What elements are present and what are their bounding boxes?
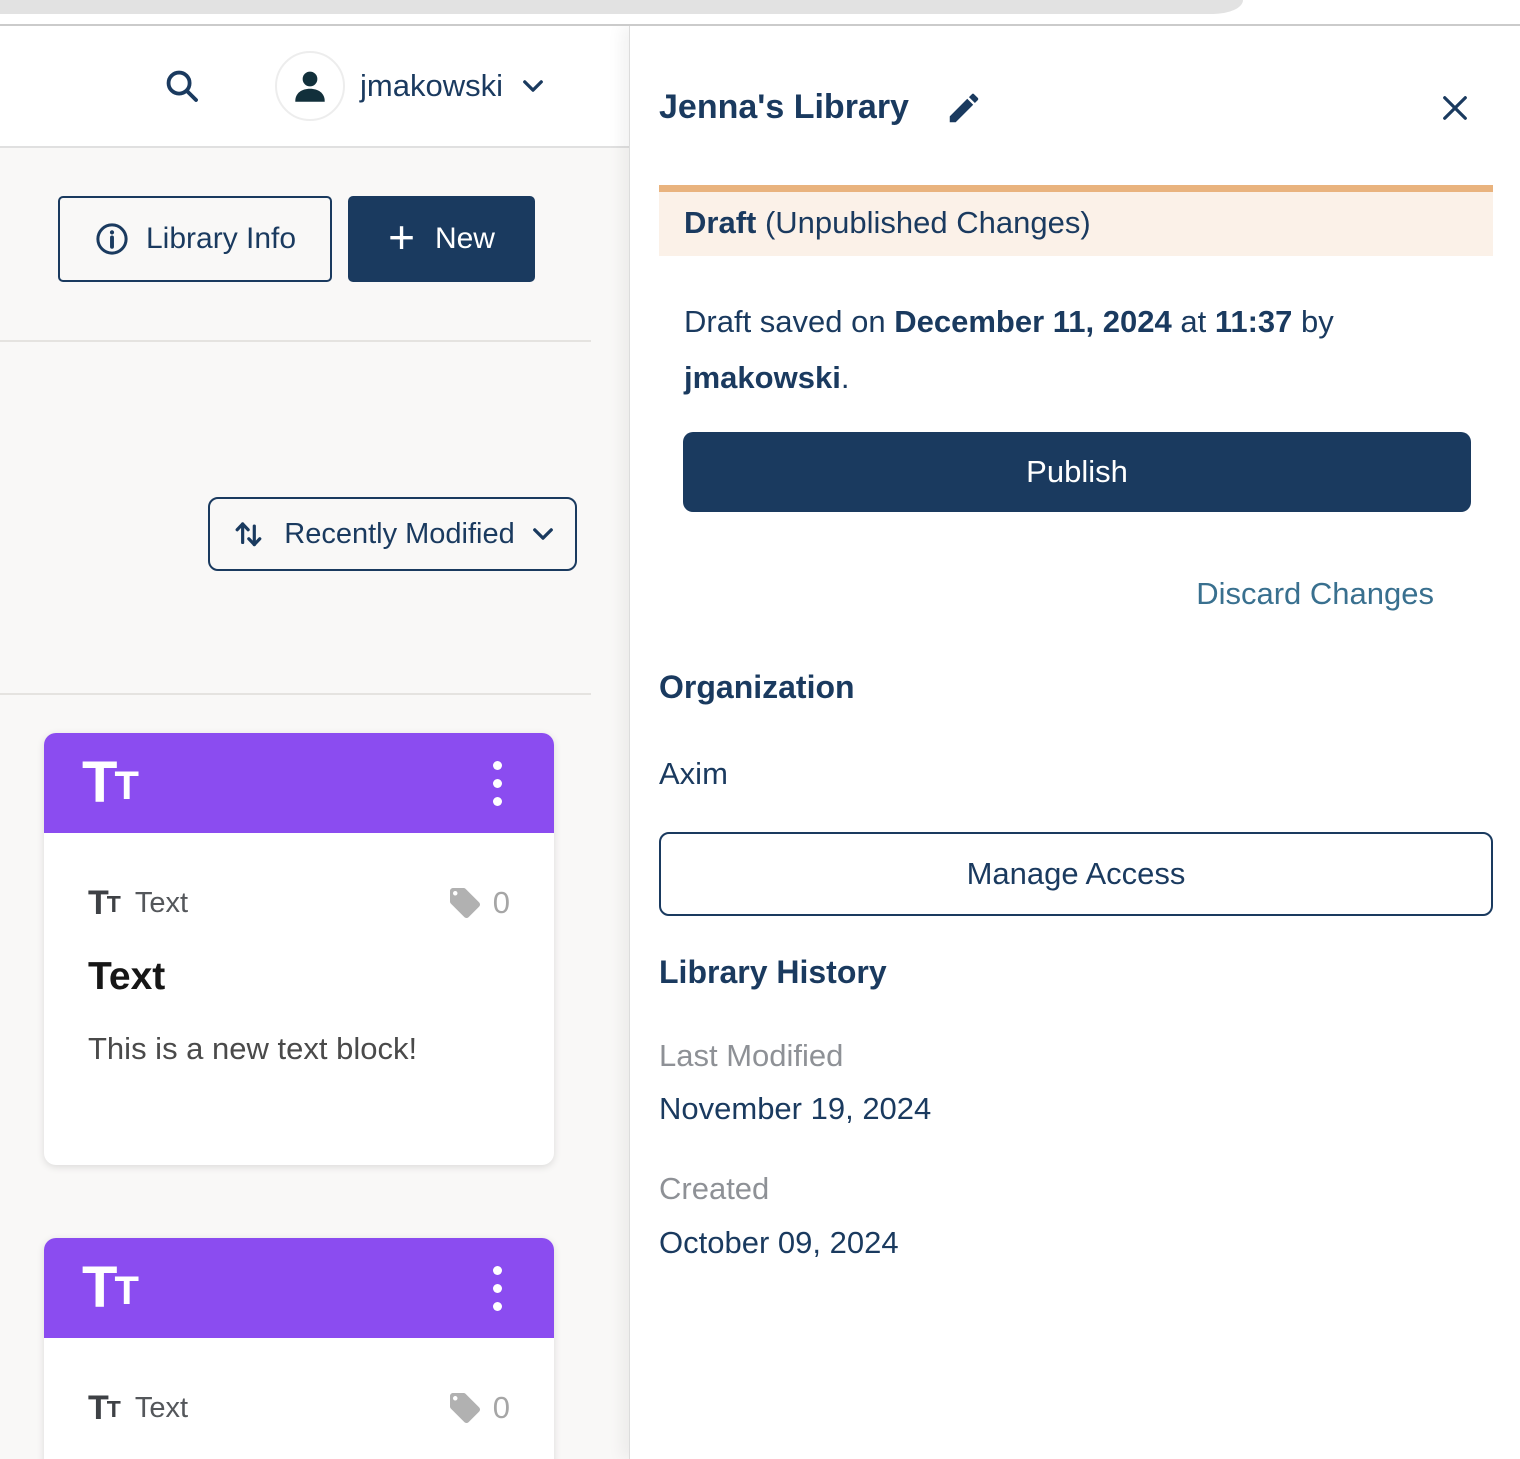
card-type-row: T T Text 0 [88, 1390, 510, 1426]
chevron-down-icon [532, 527, 554, 541]
status-detail: (Unpublished Changes) [756, 205, 1090, 240]
window-chrome [0, 0, 1520, 26]
tag-count: 0 [493, 885, 510, 921]
search-button[interactable] [163, 67, 201, 105]
close-sidebar-button[interactable] [1439, 92, 1471, 124]
draft-saved-time: 11:37 [1215, 304, 1293, 339]
organization-value: Axim [659, 756, 1493, 792]
component-card[interactable]: T T T T Text [44, 1238, 554, 1459]
draft-status-banner: Draft (Unpublished Changes) [659, 185, 1493, 256]
draft-saved-date: December 11, 2024 [894, 304, 1172, 339]
last-modified-value: November 19, 2024 [659, 1091, 1493, 1127]
text-block-icon: T T [88, 886, 121, 920]
kebab-menu-icon[interactable] [487, 755, 508, 812]
publish-button[interactable]: Publish [683, 432, 1471, 512]
sort-label: Recently Modified [284, 518, 515, 551]
library-toolbar: Library Info + New [58, 196, 629, 282]
pencil-icon [945, 89, 983, 127]
text-block-icon: T T [82, 754, 139, 812]
sidebar-header: Jenna's Library [659, 88, 1493, 127]
tag-icon [447, 1390, 483, 1426]
card-type-label: Text [135, 1392, 188, 1425]
tag-icon [447, 885, 483, 921]
discard-changes-link[interactable]: Discard Changes [1196, 576, 1434, 611]
new-button[interactable]: + New [348, 196, 535, 282]
card-title: Text [88, 955, 510, 999]
kebab-menu-icon[interactable] [487, 1260, 508, 1317]
discard-row: Discard Changes [659, 576, 1493, 612]
last-modified-label: Last Modified [659, 1038, 1493, 1074]
search-icon [163, 67, 201, 105]
text-block-icon: T T [88, 1391, 121, 1425]
sort-dropdown[interactable]: Recently Modified [208, 497, 577, 571]
library-info-label: Library Info [146, 222, 296, 256]
new-label: New [435, 222, 495, 256]
left-header: jmakowski [0, 26, 629, 148]
library-info-button[interactable]: Library Info [58, 196, 332, 282]
divider [0, 693, 591, 695]
created-label: Created [659, 1171, 1493, 1207]
window-chrome-strip [0, 0, 1243, 14]
component-card-list: T T T T Text [44, 733, 554, 1459]
manage-access-button[interactable]: Manage Access [659, 832, 1493, 916]
avatar [275, 51, 345, 121]
library-content-pane: jmakowski Library Info [0, 26, 629, 1459]
app: jmakowski Library Info [0, 26, 1520, 1459]
created-value: October 09, 2024 [659, 1225, 1493, 1261]
card-type-label: Text [135, 887, 188, 920]
organization-heading: Organization [659, 669, 1493, 706]
library-history-heading: Library History [659, 954, 1493, 991]
sort-arrows-icon [231, 516, 267, 552]
card-type-row: T T Text 0 [88, 885, 510, 921]
draft-saved-text: Draft saved on December 11, 2024 at 11:3… [659, 294, 1464, 406]
library-info-sidebar: Jenna's Library Draft (Unpublished Chang… [629, 26, 1520, 1459]
tag-count: 0 [493, 1390, 510, 1426]
library-title: Jenna's Library [659, 88, 909, 127]
draft-saved-user: jmakowski [684, 360, 841, 395]
user-icon [289, 65, 331, 107]
card-header: T T [44, 733, 554, 833]
component-card[interactable]: T T T T Text [44, 733, 554, 1165]
close-icon [1439, 92, 1471, 124]
card-body: T T Text 0 Text This is a new te [44, 833, 554, 1067]
divider [0, 340, 591, 342]
info-icon [94, 221, 130, 257]
sort-row: Recently Modified [208, 497, 629, 571]
username: jmakowski [360, 68, 503, 104]
status-draft-label: Draft [684, 205, 756, 240]
text-block-icon: T T [82, 1259, 139, 1317]
card-description: This is a new text block! [88, 1031, 510, 1067]
user-menu[interactable]: jmakowski [275, 51, 544, 121]
edit-title-button[interactable] [945, 89, 983, 127]
chevron-down-icon [522, 79, 544, 93]
card-body: T T Text 0 [44, 1338, 554, 1426]
card-header: T T [44, 1238, 554, 1338]
